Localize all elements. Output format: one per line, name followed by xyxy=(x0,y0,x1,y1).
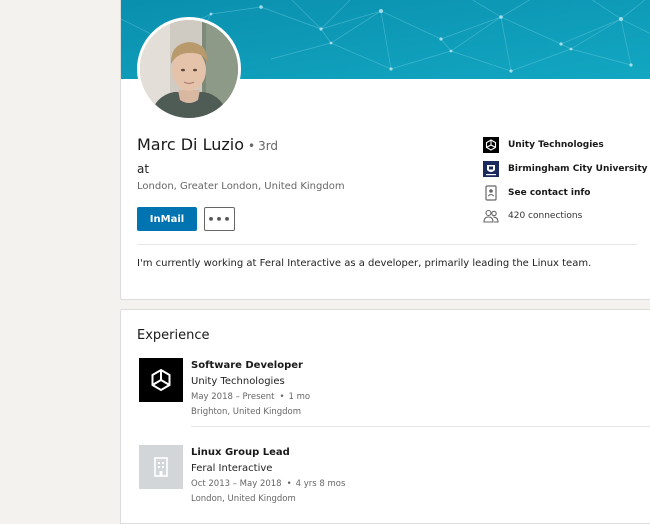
experience-divider xyxy=(191,426,650,427)
experience-duration: 1 mo xyxy=(288,392,311,402)
contact-card-icon xyxy=(483,185,499,201)
experience-duration: 4 yrs 8 mos xyxy=(295,479,346,489)
inmail-button[interactable]: InMail xyxy=(137,207,197,231)
top-card-divider xyxy=(137,244,637,245)
experience-location: London, United Kingdom xyxy=(191,494,296,504)
education-name: Birmingham City University xyxy=(508,164,648,174)
connection-degree: 3rd xyxy=(258,139,279,153)
profile-avatar[interactable] xyxy=(137,17,241,121)
profile-top-card: Marc Di Luzio • 3rd at London, Greater L… xyxy=(120,0,650,300)
experience-location: Brighton, United Kingdom xyxy=(191,407,302,417)
experience-title: Experience xyxy=(137,328,210,343)
unity-logo-icon xyxy=(483,137,499,153)
people-icon xyxy=(483,208,499,224)
experience-bullet: • xyxy=(279,392,285,402)
company-placeholder-icon xyxy=(139,445,183,489)
degree-separator: • xyxy=(247,139,256,153)
experience-company: Unity Technologies xyxy=(191,376,285,387)
contact-info-label: See contact info xyxy=(508,188,591,198)
education-link[interactable]: Birmingham City University xyxy=(483,161,648,177)
more-icon: ••• xyxy=(207,212,232,226)
left-rail xyxy=(0,0,120,516)
profile-name-row: Marc Di Luzio • 3rd xyxy=(137,135,278,154)
university-crest-icon xyxy=(483,161,499,177)
more-actions-button[interactable]: ••• xyxy=(204,207,235,231)
connections-link[interactable]: 420 connections xyxy=(483,208,582,224)
profile-summary: I'm currently working at Feral Interacti… xyxy=(137,258,592,269)
current-company-name: Unity Technologies xyxy=(508,140,604,150)
current-company-link[interactable]: Unity Technologies xyxy=(483,137,604,153)
experience-details: Software Developer Unity Technologies Ma… xyxy=(191,358,310,420)
experience-bullet: • xyxy=(286,479,292,489)
contact-info-link[interactable]: See contact info xyxy=(483,185,591,201)
experience-details: Linux Group Lead Feral Interactive Oct 2… xyxy=(191,445,345,507)
profile-headline: at xyxy=(137,162,150,176)
experience-section: Experience Software Developer Unity Tech… xyxy=(120,309,650,524)
experience-date-range: Oct 2013 – May 2018 xyxy=(191,479,282,489)
profile-name: Marc Di Luzio xyxy=(137,135,244,154)
unity-logo-icon xyxy=(139,358,183,402)
experience-role: Software Developer xyxy=(191,360,303,371)
experience-company: Feral Interactive xyxy=(191,463,273,474)
profile-location: London, Greater London, United Kingdom xyxy=(137,181,345,192)
experience-dates: Oct 2013 – May 2018 • 4 yrs 8 mos xyxy=(191,477,345,492)
experience-date-range: May 2018 – Present xyxy=(191,392,275,402)
experience-role: Linux Group Lead xyxy=(191,447,290,458)
experience-dates: May 2018 – Present • 1 mo xyxy=(191,390,310,405)
connections-count: 420 connections xyxy=(508,211,583,221)
